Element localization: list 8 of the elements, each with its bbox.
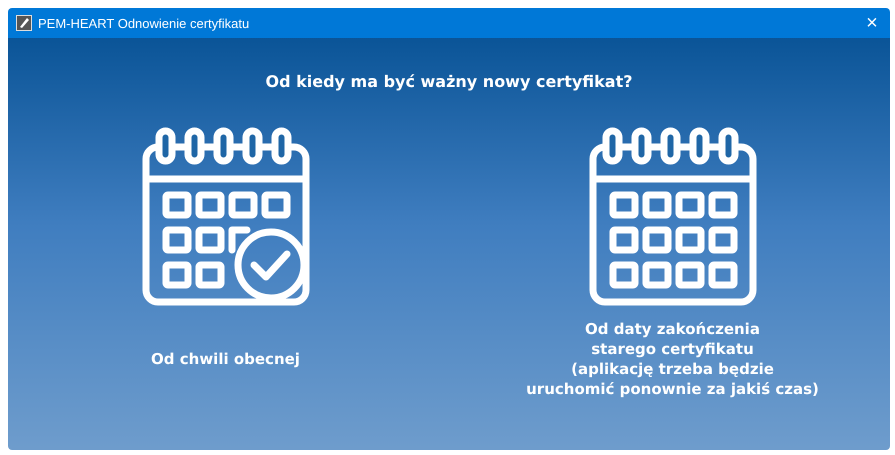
window-title: PEM-HEART Odnowienie certyfikatu [38,16,250,30]
question-text: Od kiedy ma być ważny nowy certyfikat? [265,72,632,91]
calendar-icon[interactable] [588,127,758,307]
now-option[interactable]: Od chwili obecnej [151,349,300,369]
calendar-check-icon[interactable] [140,127,310,307]
close-button[interactable]: × [854,8,890,38]
pen-icon [16,15,32,31]
later-option[interactable]: Od daty zakończenia starego certyfikatu (aplikację trzeba będzie uruchomić ponownie za jakiś czas) [526,319,819,399]
